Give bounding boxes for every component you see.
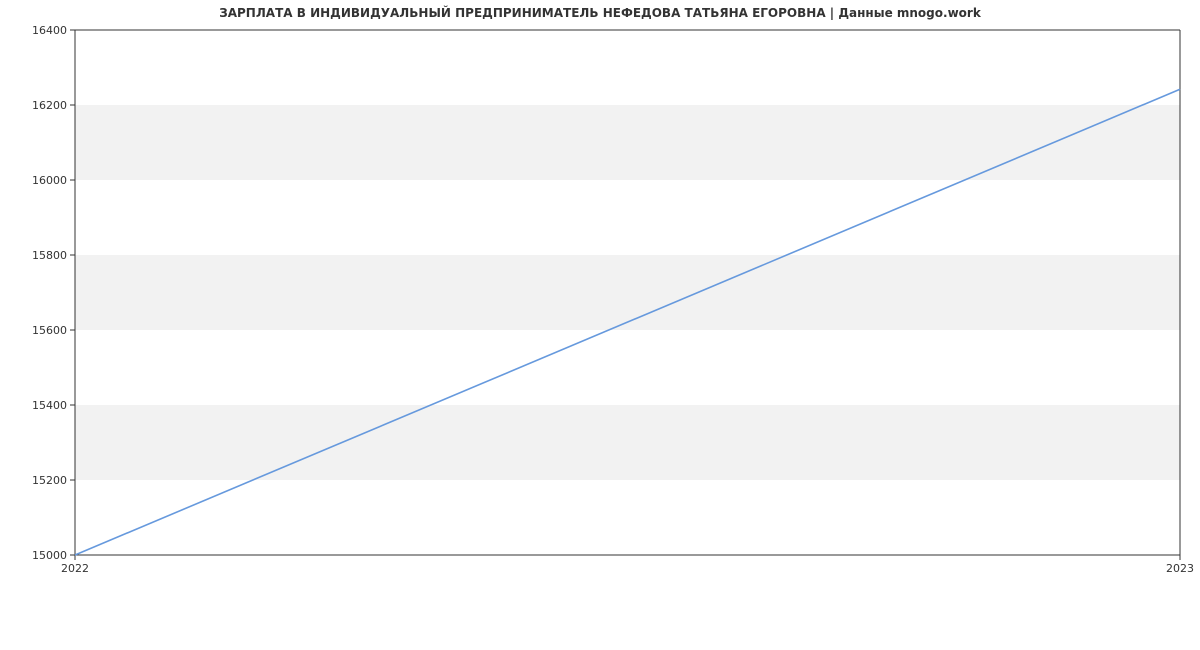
grid-band [75,105,1180,180]
line-chart: 15000 15200 15400 15600 15800 16000 16200 16400… [0,0,1200,650]
y-tick-label: 15200 [32,474,67,487]
grid-band [75,405,1180,480]
x-tick-label: 2023 [1166,562,1194,575]
y-tick-label: 15400 [32,399,67,412]
y-tick-label: 16000 [32,174,67,187]
x-tick-label: 2022 [61,562,89,575]
y-tick-label: 15000 [32,549,67,562]
chart-title: ЗАРПЛАТА В ИНДИВИДУАЛЬНЫЙ ПРЕДПРИНИМАТЕЛ… [0,6,1200,20]
y-tick-label: 15800 [32,249,67,262]
grid-band [75,255,1180,330]
y-tick-label: 16200 [32,99,67,112]
y-tick-label: 16400 [32,24,67,37]
y-tick-label: 15600 [32,324,67,337]
chart-container: ЗАРПЛАТА В ИНДИВИДУАЛЬНЫЙ ПРЕДПРИНИМАТЕЛ… [0,0,1200,650]
